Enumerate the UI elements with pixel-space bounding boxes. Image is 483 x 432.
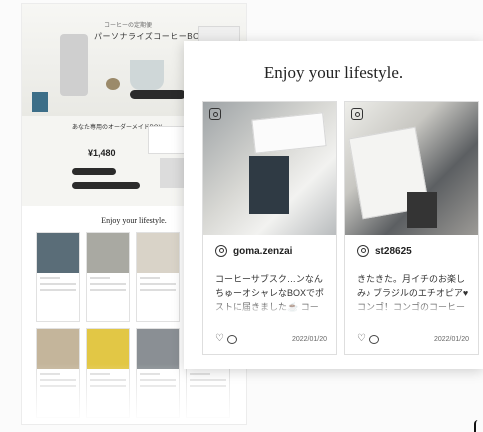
post-actions: ♡	[215, 334, 237, 344]
mini-post-card[interactable]	[136, 232, 180, 322]
order-box-price: ¥1,480	[88, 148, 116, 158]
mini-post-card[interactable]	[36, 232, 80, 322]
post-user[interactable]: goma.zenzai	[215, 245, 292, 257]
heart-icon[interactable]: ♡	[357, 334, 366, 344]
coffee-beans-image	[106, 78, 120, 90]
instagram-icon	[209, 108, 221, 120]
panel-title: Enjoy your lifestyle.	[263, 63, 404, 82]
order-button-secondary[interactable]	[72, 182, 140, 189]
hero-tag-small: コーヒーの定期便	[104, 23, 153, 29]
postcoffee-box-image	[251, 112, 327, 154]
caption-fade	[357, 300, 469, 316]
post-date: 2022/01/20	[291, 335, 327, 343]
post-photo[interactable]	[203, 102, 336, 235]
heart-icon[interactable]: ♡	[215, 334, 224, 344]
caption-fade	[215, 300, 327, 316]
hero-cta-button[interactable]	[130, 90, 186, 99]
post-username[interactable]: st28625	[375, 246, 412, 257]
post-footer: ♡ 2022/01/20	[215, 334, 327, 344]
user-icon	[215, 245, 227, 257]
screenshot-frame: コーヒーの定期便 パーソナライズコーヒーBOX あなた専用のオーダーメイドBOX…	[0, 0, 483, 432]
order-button-primary[interactable]	[72, 168, 116, 175]
mini-post-card[interactable]	[86, 232, 130, 322]
coffee-cup-image	[130, 60, 164, 90]
comment-icon[interactable]	[226, 334, 237, 344]
corner-mark	[474, 420, 482, 432]
comment-icon[interactable]	[368, 334, 379, 344]
coffee-pack-image	[249, 156, 289, 214]
instagram-post-card[interactable]: goma.zenzai コーヒーサブスク…ンなんちゅーオシャレなBOXでポストに…	[202, 101, 337, 355]
coffee-pack-image	[32, 92, 48, 112]
instagram-feed-panel: Enjoy your lifestyle. goma.zenzai コーヒーサブ…	[184, 41, 483, 369]
preview-fade	[22, 364, 246, 424]
coffee-pack-image	[407, 192, 437, 228]
user-icon	[357, 245, 369, 257]
post-username[interactable]: goma.zenzai	[233, 246, 292, 257]
instagram-post-card[interactable]: st28625 きたきた。月イチのお楽しみ♪ ブラジルのエチオピア♥ コンゴ！コ…	[344, 101, 479, 355]
post-actions: ♡	[357, 334, 379, 344]
post-date: 2022/01/20	[433, 335, 469, 343]
post-footer: ♡ 2022/01/20	[357, 334, 469, 344]
coffee-grinder-image	[60, 34, 88, 96]
post-user[interactable]: st28625	[357, 245, 412, 257]
post-photo[interactable]	[345, 102, 478, 235]
instagram-icon	[351, 108, 363, 120]
